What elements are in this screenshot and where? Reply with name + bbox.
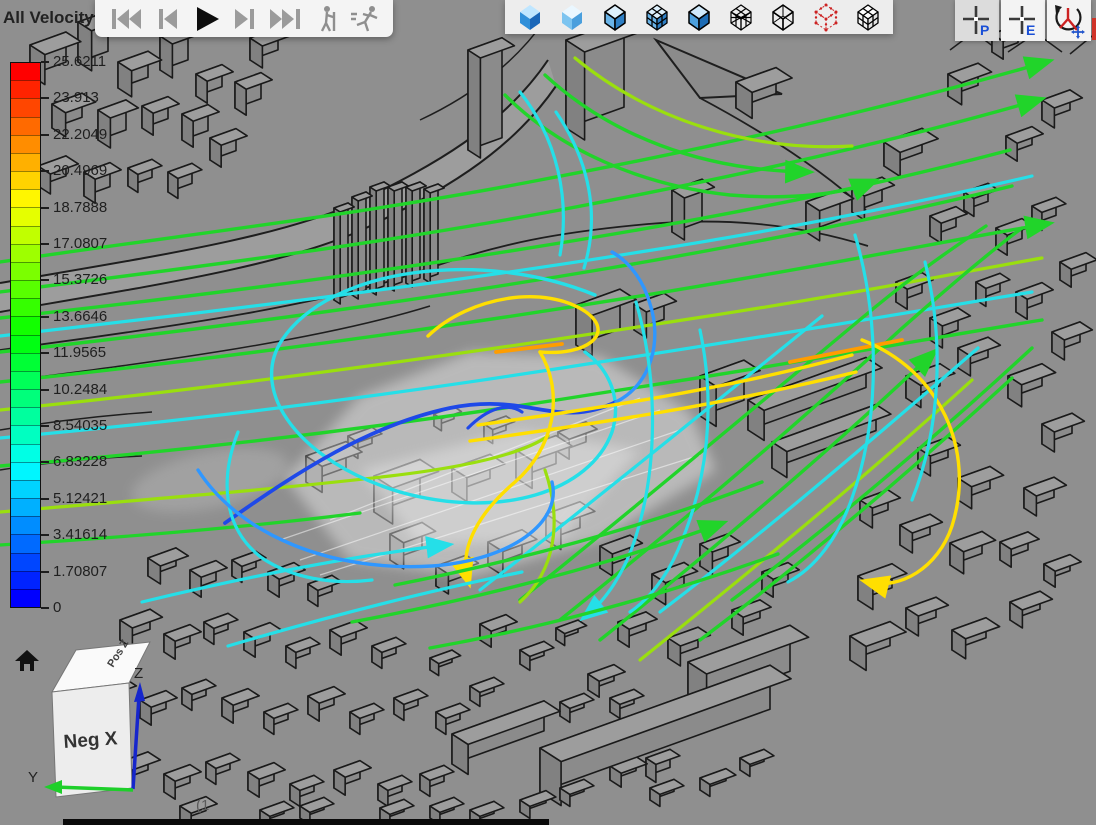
probe-element-letter: E bbox=[1026, 22, 1035, 38]
smooth-shaded-cube-icon bbox=[515, 2, 545, 32]
building bbox=[468, 50, 480, 158]
probe-point-icon: P bbox=[960, 4, 994, 38]
building bbox=[424, 189, 430, 283]
building bbox=[334, 208, 340, 304]
ground-label: (1 bbox=[196, 797, 209, 814]
wireframe-button[interactable] bbox=[766, 0, 800, 34]
play-button[interactable] bbox=[188, 2, 224, 36]
step-back-icon bbox=[151, 4, 181, 34]
points-button[interactable] bbox=[809, 0, 843, 34]
skip-to-start-button[interactable] bbox=[105, 2, 145, 36]
skip-to-end-button[interactable] bbox=[266, 2, 306, 36]
walk-icon bbox=[313, 4, 341, 34]
shaded-mesh-cube-icon bbox=[642, 2, 672, 32]
probe-element-icon: E bbox=[1006, 4, 1040, 38]
y-axis-label: Y bbox=[28, 769, 38, 786]
wireframe-cube-icon bbox=[768, 2, 798, 32]
flat-shaded-cube-icon bbox=[557, 2, 587, 32]
z-axis-label: Z bbox=[134, 665, 143, 682]
cube-front-label: Neg X bbox=[63, 728, 119, 753]
shaded-mesh-button[interactable] bbox=[640, 0, 674, 34]
shaded-edges-button[interactable] bbox=[598, 0, 632, 34]
probe-toolbar: P E bbox=[955, 0, 1091, 41]
clipped-toolbar-icon bbox=[1092, 18, 1096, 40]
hidden-line-cube-icon bbox=[853, 2, 883, 32]
ground-edge bbox=[63, 819, 549, 825]
building bbox=[566, 40, 585, 140]
points-cube-icon bbox=[811, 2, 841, 32]
mesh-button[interactable] bbox=[724, 0, 758, 34]
solid-cube-icon bbox=[684, 2, 714, 32]
run-button[interactable] bbox=[347, 2, 383, 36]
display-mode-toolbar bbox=[505, 0, 893, 34]
step-back-button[interactable] bbox=[149, 2, 183, 36]
smooth-shaded-button[interactable] bbox=[513, 0, 547, 34]
skip-to-end-icon bbox=[268, 4, 304, 34]
mesh-cube-icon bbox=[726, 2, 756, 32]
shaded-edges-cube-icon bbox=[600, 2, 630, 32]
step-forward-icon bbox=[230, 4, 260, 34]
flat-shaded-button[interactable] bbox=[555, 0, 589, 34]
run-icon bbox=[349, 4, 381, 34]
rotate-view-button[interactable] bbox=[1047, 0, 1091, 41]
cfd-scene[interactable]: (1 Pos Z Neg X Z Y bbox=[0, 0, 1096, 825]
hidden-line-button[interactable] bbox=[851, 0, 885, 34]
probe-element-button[interactable]: E bbox=[1001, 0, 1045, 41]
step-forward-button[interactable] bbox=[228, 2, 262, 36]
probe-point-button[interactable]: P bbox=[955, 0, 999, 41]
3d-viewport[interactable]: (1 Pos Z Neg X Z Y All Velocity bbox=[0, 0, 1096, 825]
play-icon bbox=[190, 4, 222, 34]
solid-button[interactable] bbox=[682, 0, 716, 34]
rotate-view-icon bbox=[1050, 3, 1088, 39]
probe-point-letter: P bbox=[980, 22, 989, 38]
skip-to-start-icon bbox=[107, 4, 143, 34]
playback-toolbar bbox=[95, 0, 393, 37]
walk-button[interactable] bbox=[311, 2, 343, 36]
